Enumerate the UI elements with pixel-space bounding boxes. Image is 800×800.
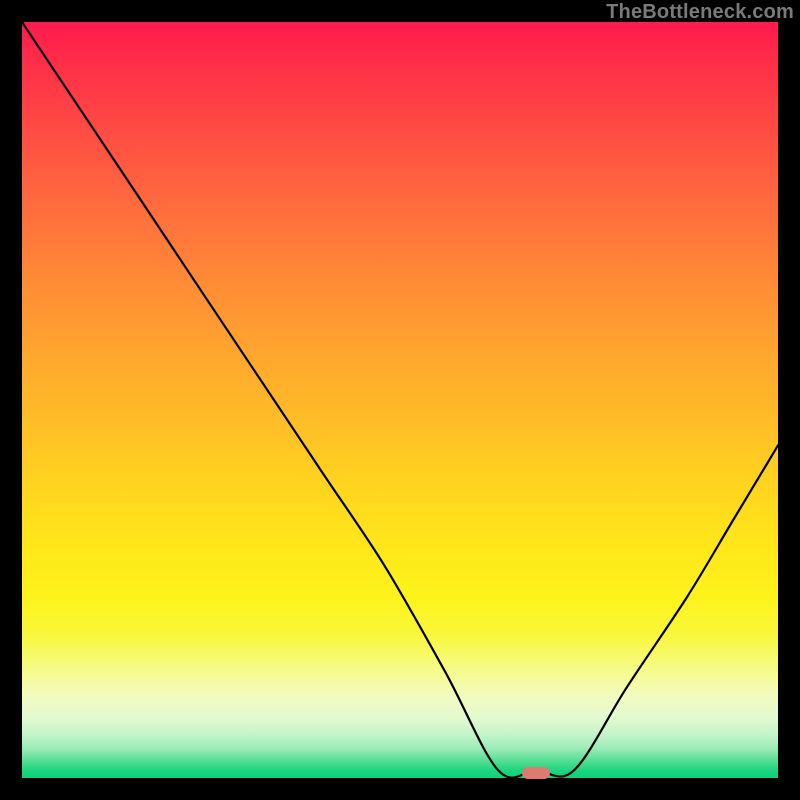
chart-frame: TheBottleneck.com bbox=[0, 0, 800, 800]
chart-gradient-background bbox=[22, 22, 778, 778]
watermark-text: TheBottleneck.com bbox=[606, 1, 794, 24]
